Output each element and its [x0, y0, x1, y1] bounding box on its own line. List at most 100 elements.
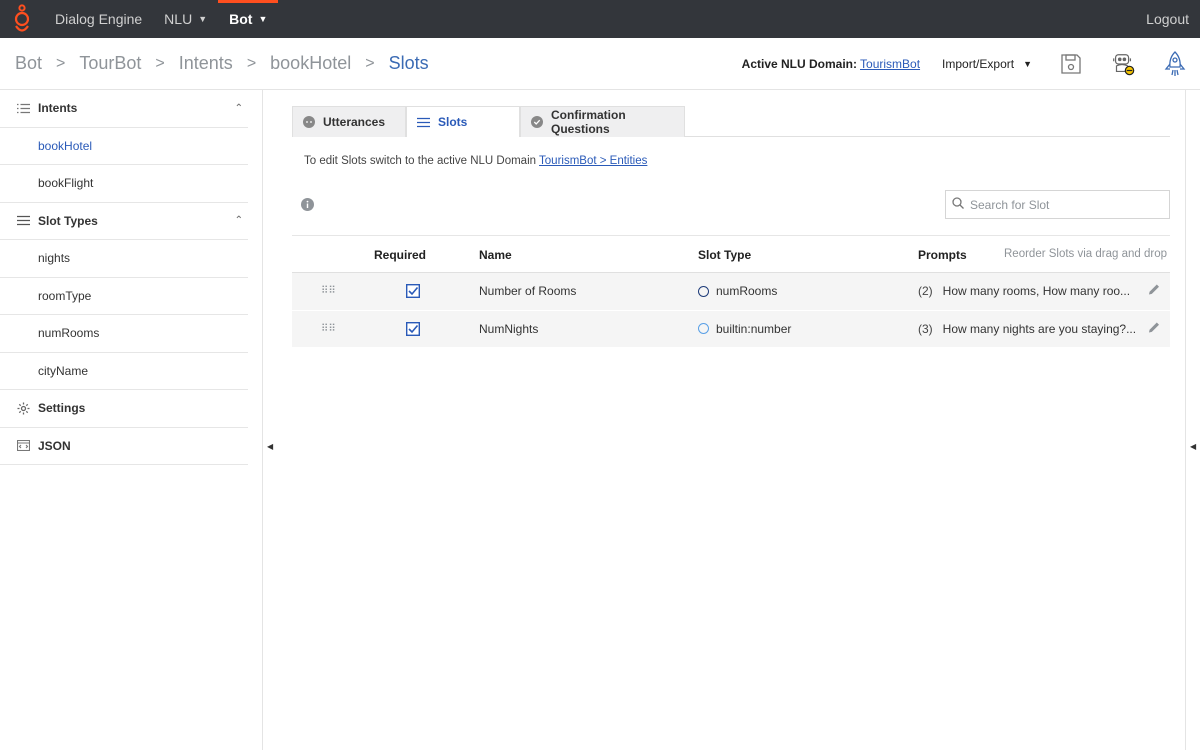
collapse-right-panel-icon[interactable]: ◀ — [1190, 442, 1196, 451]
top-navigation-bar: Dialog Engine NLU ▼ Bot ▼ Logout — [0, 0, 1200, 38]
sidebar-item-label: roomType — [38, 288, 92, 303]
sidebar-item-bookflight[interactable]: bookFlight — [0, 165, 248, 203]
table-row: ⠿⠿ NumNights builtin:number (3) How many … — [292, 310, 1170, 348]
prompt-count: (2) — [918, 284, 933, 299]
logout-link[interactable]: Logout — [1146, 11, 1200, 27]
chevron-right-icon: > — [365, 54, 375, 72]
entities-link[interactable]: TourismBot > Entities — [539, 155, 647, 167]
menu-icon — [16, 215, 30, 226]
sidebar-section-settings[interactable]: Settings — [0, 390, 248, 428]
search-box[interactable] — [945, 190, 1170, 219]
sidebar-item-label: numRooms — [38, 326, 100, 341]
save-icon[interactable] — [1058, 49, 1084, 79]
edit-slots-note: To edit Slots switch to the active NLU D… — [304, 155, 647, 167]
check-circle-icon — [531, 116, 543, 128]
sidebar-section-label: Slot Types — [38, 213, 98, 228]
collapse-sidebar-icon[interactable]: ◀ — [267, 442, 273, 451]
table-header: Required Name Slot Type Prompts Reorder … — [292, 235, 1170, 273]
sidebar-section-slot-types[interactable]: Slot Types ⌃ — [0, 203, 248, 240]
sidebar-section-label: Intents — [38, 101, 78, 116]
sidebar-item-cityname[interactable]: cityName — [0, 353, 248, 390]
tab-utterances[interactable]: Utterances — [292, 106, 406, 137]
edit-pencil-icon[interactable] — [1147, 283, 1161, 300]
slot-type-circle-icon — [698, 285, 709, 297]
app-name-link[interactable]: Dialog Engine — [44, 0, 153, 38]
column-required: Required — [374, 248, 427, 262]
code-icon — [16, 440, 30, 452]
sidebar-section-json[interactable]: JSON — [0, 428, 248, 465]
sidebar-item-nights[interactable]: nights — [0, 240, 248, 278]
drag-handle-icon[interactable]: ⠿⠿ — [321, 323, 336, 334]
slot-prompts: (3) How many nights are you staying?... — [918, 322, 1136, 336]
prompt-text: How many rooms, How many roo... — [942, 284, 1131, 299]
breadcrumb-slots: Slots — [388, 53, 429, 73]
chevron-up-icon[interactable]: ⌃ — [235, 103, 243, 114]
sidebar-item-numrooms[interactable]: numRooms — [0, 315, 248, 353]
chevron-up-icon[interactable]: ⌃ — [235, 215, 243, 226]
nav-bot-label: Bot — [229, 11, 253, 27]
slot-prompts: (2) How many rooms, How many roo... — [918, 284, 1130, 298]
tab-bar: Utterances Slots Confirmation Questions — [292, 106, 1170, 138]
active-domain-link[interactable]: TourismBot — [860, 57, 920, 71]
tab-confirmation-questions[interactable]: Confirmation Questions — [520, 106, 685, 137]
sidebar-list: Intents ⌃ bookHotel bookFlight Slot Type… — [0, 90, 248, 465]
chevron-right-icon: > — [56, 54, 66, 72]
sidebar-section-intents[interactable]: Intents ⌃ — [0, 90, 248, 128]
sidebar-item-roomtype[interactable]: roomType — [0, 278, 248, 315]
sidebar: Intents ⌃ bookHotel bookFlight Slot Type… — [0, 90, 273, 750]
info-icon[interactable] — [301, 198, 314, 214]
required-checkbox[interactable] — [405, 321, 421, 336]
chevron-right-icon: > — [246, 54, 257, 72]
app-name-label: Dialog Engine — [55, 11, 143, 27]
main-content: Utterances Slots Confirmation Questions … — [277, 90, 1186, 750]
chevron-down-icon: ▼ — [1023, 58, 1032, 69]
edit-pencil-icon[interactable] — [1147, 320, 1161, 337]
column-name: Name — [479, 248, 512, 262]
breadcrumb-bot[interactable]: Bot — [15, 53, 42, 74]
breadcrumb: Bot > TourBot > Intents > bookHotel > Sl… — [0, 53, 429, 74]
breadcrumb-bookhotel[interactable]: bookHotel — [270, 53, 351, 74]
column-slot-type: Slot Type — [698, 248, 752, 262]
slot-type-circle-icon — [698, 323, 709, 335]
active-nlu-domain: Active NLU Domain: TourismBot — [742, 57, 920, 71]
gear-icon — [16, 402, 30, 415]
rocket-icon[interactable] — [1162, 49, 1188, 79]
table-row: ⠿⠿ Number of Rooms numRooms (2) How many … — [292, 273, 1170, 311]
genesys-logo-icon[interactable] — [0, 0, 44, 38]
drag-handle-icon[interactable]: ⠿⠿ — [321, 286, 336, 297]
sidebar-item-bookhotel[interactable]: bookHotel — [0, 128, 248, 165]
prompt-text: How many nights are you staying?... — [942, 321, 1137, 336]
column-prompts: Prompts — [918, 248, 967, 262]
nav-nlu-menu[interactable]: NLU ▼ — [153, 0, 218, 38]
slot-type: numRooms — [698, 284, 777, 298]
required-checkbox[interactable] — [405, 284, 421, 299]
tab-label: Utterances — [323, 115, 386, 129]
page-header: Bot > TourBot > Intents > bookHotel > Sl… — [0, 38, 1200, 90]
list-icon — [417, 117, 430, 128]
breadcrumb-intents[interactable]: Intents — [179, 53, 233, 74]
import-export-label: Import/Export — [942, 56, 1015, 71]
chevron-down-icon: ▼ — [258, 14, 268, 24]
active-domain-label: Active NLU Domain: — [741, 56, 858, 71]
slots-table: Required Name Slot Type Prompts Reorder … — [292, 235, 1170, 348]
slot-name: NumNights — [479, 321, 539, 336]
bot-test-icon[interactable] — [1110, 49, 1136, 79]
sidebar-section-label: JSON — [38, 438, 71, 453]
nav-nlu-label: NLU — [164, 11, 193, 27]
sidebar-item-label: bookFlight — [38, 176, 94, 191]
utterance-icon — [303, 116, 315, 128]
import-export-menu[interactable]: Import/Export ▼ — [942, 57, 1032, 71]
chevron-right-icon: > — [155, 54, 165, 72]
search-input[interactable] — [970, 197, 1160, 212]
nav-bot-menu[interactable]: Bot ▼ — [218, 0, 279, 38]
tab-label: Confirmation Questions — [551, 108, 626, 136]
slot-type-label: numRooms — [716, 284, 778, 299]
sidebar-item-label: nights — [38, 251, 71, 266]
tab-slots[interactable]: Slots — [406, 106, 520, 138]
slot-name: Number of Rooms — [479, 284, 577, 299]
tab-label: Slots — [438, 115, 468, 129]
breadcrumb-tourbot[interactable]: TourBot — [79, 53, 141, 74]
slot-type: builtin:number — [698, 322, 791, 336]
list-icon — [16, 103, 30, 114]
slot-type-label: builtin:number — [716, 321, 792, 336]
